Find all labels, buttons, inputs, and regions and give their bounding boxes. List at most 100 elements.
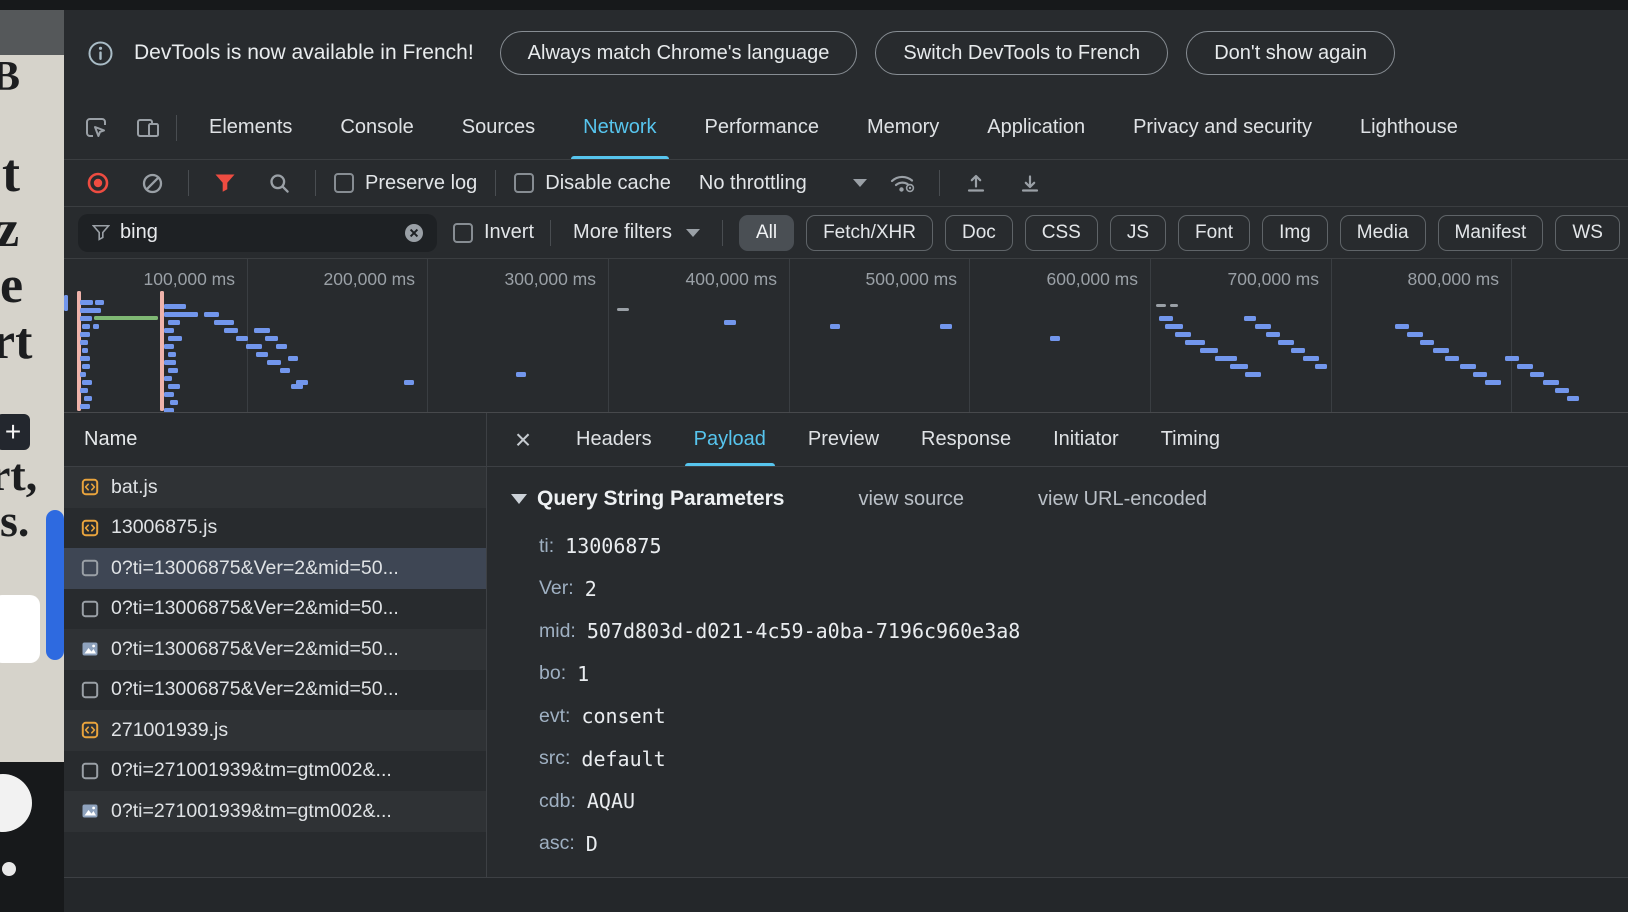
request-row[interactable]: bat.js xyxy=(64,467,486,508)
record-network-log-icon[interactable] xyxy=(80,165,116,201)
waterfall-bar xyxy=(1156,304,1166,307)
tab-application[interactable]: Application xyxy=(963,96,1109,159)
doc-file-icon xyxy=(80,599,100,619)
filter-chip-manifest[interactable]: Manifest xyxy=(1438,215,1544,251)
detail-tab-payload[interactable]: Payload xyxy=(673,413,787,466)
tab-elements[interactable]: Elements xyxy=(185,96,316,159)
waterfall-bar xyxy=(1460,364,1476,369)
filter-chip-ws[interactable]: WS xyxy=(1555,215,1620,251)
detail-tab-timing[interactable]: Timing xyxy=(1140,413,1241,466)
waterfall-bar xyxy=(1445,356,1459,361)
always-match-language-button[interactable]: Always match Chrome's language xyxy=(500,31,858,75)
waterfall-bar xyxy=(93,324,99,329)
param-value: 13006875 xyxy=(565,534,661,558)
request-list-panel: Name bat.js13006875.js 0?ti=13006875&Ver=… xyxy=(64,413,487,877)
filter-chip-all[interactable]: All xyxy=(739,215,794,251)
tab-sources[interactable]: Sources xyxy=(438,96,559,159)
view-source-link[interactable]: view source xyxy=(858,488,964,511)
waterfall-bar xyxy=(280,368,290,373)
tab-network[interactable]: Network xyxy=(559,96,680,159)
preserve-log-checkbox[interactable] xyxy=(334,173,354,193)
param-list: ti13006875Ver2mid507d803d-d021-4c59-a0ba… xyxy=(511,525,1628,865)
waterfall-bar xyxy=(82,380,92,385)
request-row[interactable]: 13006875.js xyxy=(64,508,486,549)
waterfall-bar xyxy=(82,348,88,353)
js-file-icon xyxy=(80,518,100,538)
timeline-label: 400,000 ms xyxy=(627,269,777,290)
filter-chip-font[interactable]: Font xyxy=(1178,215,1250,251)
tab-privacy-and-security[interactable]: Privacy and security xyxy=(1109,96,1336,159)
waterfall-bar xyxy=(1170,304,1178,307)
clear-network-log-icon[interactable] xyxy=(134,165,170,201)
preserve-log-group: Preserve log xyxy=(334,172,477,195)
filter-chip-fetch-xhr[interactable]: Fetch/XHR xyxy=(806,215,933,251)
throttling-select[interactable]: No throttling xyxy=(699,172,867,195)
disable-cache-checkbox[interactable] xyxy=(514,173,534,193)
request-row[interactable]: 0?ti=271001939&tm=gtm002&... xyxy=(64,791,486,832)
filter-chip-img[interactable]: Img xyxy=(1262,215,1328,251)
device-toolbar-icon[interactable] xyxy=(130,110,166,146)
query-string-header-row: Query String Parameters view source view… xyxy=(511,487,1628,511)
waterfall-bar xyxy=(164,376,172,381)
disable-cache-group: Disable cache xyxy=(514,172,671,195)
filter-chip-css[interactable]: CSS xyxy=(1025,215,1098,251)
request-row[interactable]: 271001939.js xyxy=(64,710,486,751)
tab-lighthouse[interactable]: Lighthouse xyxy=(1336,96,1482,159)
name-column-header[interactable]: Name xyxy=(64,413,486,467)
filter-funnel-icon[interactable] xyxy=(207,165,243,201)
invert-checkbox[interactable] xyxy=(453,223,473,243)
param-value: 2 xyxy=(585,577,597,601)
filter-chip-doc[interactable]: Doc xyxy=(945,215,1013,251)
waterfall-bar xyxy=(80,356,90,361)
param-row: ascD xyxy=(539,823,1628,866)
param-value: AQAU xyxy=(587,789,635,813)
page-white-card xyxy=(0,595,40,663)
payload-view: Query String Parameters view source view… xyxy=(487,467,1628,877)
tab-memory[interactable]: Memory xyxy=(843,96,963,159)
request-row[interactable]: 0?ti=271001939&tm=gtm002&... xyxy=(64,751,486,792)
more-filters-button[interactable]: More filters xyxy=(573,221,700,244)
close-icon[interactable]: × xyxy=(501,418,545,462)
filter-input[interactable] xyxy=(120,221,391,244)
import-har-icon[interactable] xyxy=(958,165,994,201)
detail-tab-initiator[interactable]: Initiator xyxy=(1032,413,1140,466)
view-url-encoded-link[interactable]: view URL-encoded xyxy=(1038,488,1207,511)
waterfall-bar xyxy=(170,400,178,405)
waterfall-bar xyxy=(80,340,88,345)
switch-devtools-french-button[interactable]: Switch DevTools to French xyxy=(875,31,1168,75)
request-name: 0?ti=13006875&Ver=2&mid=50... xyxy=(111,557,399,580)
waterfall-bar xyxy=(1517,364,1533,369)
divider xyxy=(722,220,723,246)
waterfall-bar xyxy=(164,312,198,317)
tab-performance[interactable]: Performance xyxy=(681,96,844,159)
detail-tab-response[interactable]: Response xyxy=(900,413,1032,466)
tab-console[interactable]: Console xyxy=(316,96,437,159)
filter-chip-js[interactable]: JS xyxy=(1110,215,1166,251)
param-key: bo xyxy=(539,662,566,685)
request-row[interactable]: 0?ti=13006875&Ver=2&mid=50... xyxy=(64,548,486,589)
request-row[interactable]: 0?ti=13006875&Ver=2&mid=50... xyxy=(64,589,486,630)
query-string-section-toggle[interactable]: Query String Parameters xyxy=(511,487,784,511)
waterfall-bar xyxy=(516,372,526,377)
request-rows: bat.js13006875.js 0?ti=13006875&Ver=2&mid… xyxy=(64,467,486,877)
export-har-icon[interactable] xyxy=(1012,165,1048,201)
inspect-element-icon[interactable] xyxy=(78,110,114,146)
detail-tab-headers[interactable]: Headers xyxy=(555,413,673,466)
request-row[interactable]: 0?ti=13006875&Ver=2&mid=50... xyxy=(64,670,486,711)
waterfall-bar xyxy=(204,312,219,317)
detail-tab-preview[interactable]: Preview xyxy=(787,413,900,466)
filter-chip-media[interactable]: Media xyxy=(1340,215,1426,251)
timeline-overview[interactable]: 100,000 ms200,000 ms300,000 ms400,000 ms… xyxy=(64,259,1628,413)
search-icon[interactable] xyxy=(261,165,297,201)
dont-show-again-button[interactable]: Don't show again xyxy=(1186,31,1395,75)
clear-filter-icon[interactable] xyxy=(401,220,427,246)
waterfall-bar xyxy=(80,308,101,313)
waterfall-bar xyxy=(1543,380,1559,385)
waterfall-bar xyxy=(1185,340,1205,345)
request-name: 0?ti=13006875&Ver=2&mid=50... xyxy=(111,597,399,620)
network-conditions-icon[interactable] xyxy=(885,165,921,201)
request-row[interactable]: 0?ti=13006875&Ver=2&mid=50... xyxy=(64,629,486,670)
waterfall-bar xyxy=(164,304,186,309)
language-infobar: DevTools is now available in French! Alw… xyxy=(64,10,1628,96)
waterfall-bar xyxy=(1291,348,1305,353)
